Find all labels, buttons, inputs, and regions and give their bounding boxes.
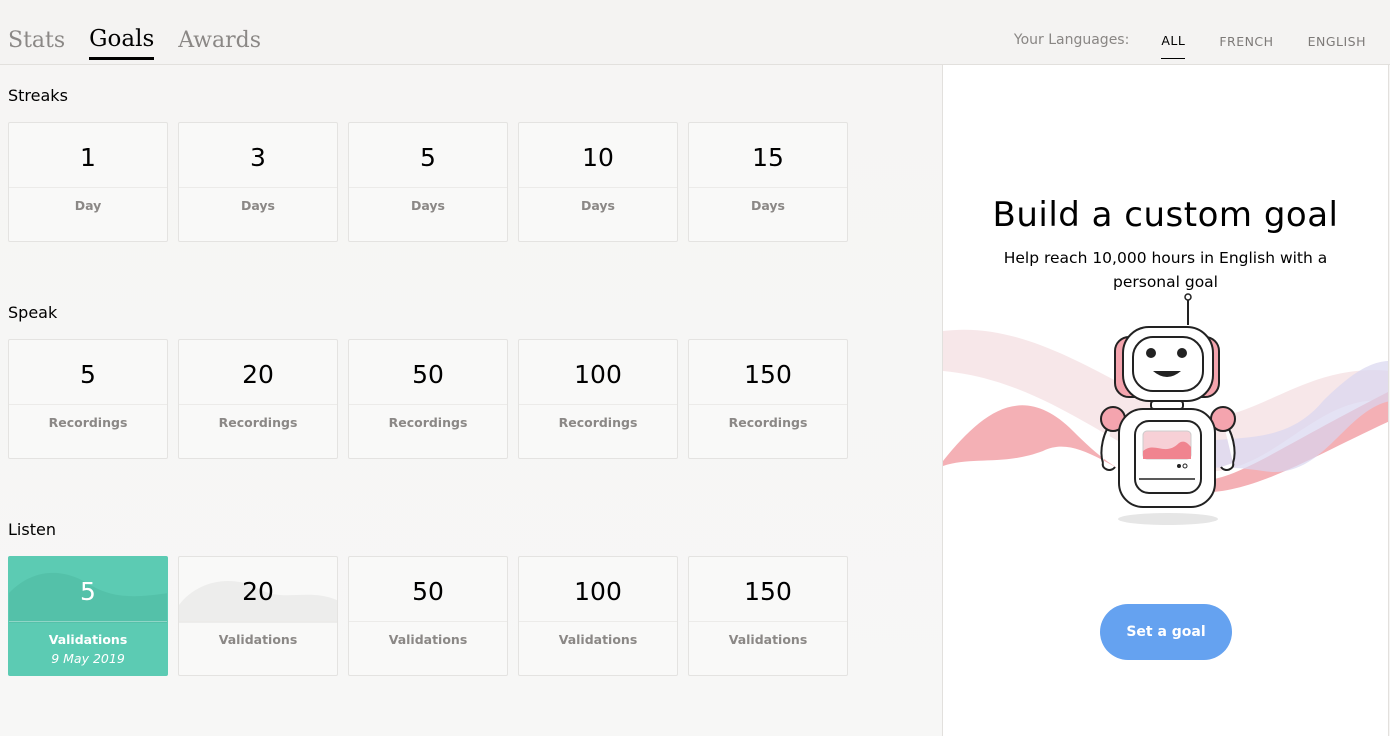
card-divider	[519, 187, 677, 188]
goal-unit: Day	[74, 198, 102, 213]
language-english[interactable]: ENGLISH	[1308, 34, 1366, 59]
language-filter: Your Languages: ALL FRENCH ENGLISH	[1013, 32, 1366, 59]
goal-card: 100 Validations	[518, 556, 678, 676]
goal-value: 100	[574, 360, 622, 389]
streaks-title: Streaks	[8, 86, 68, 105]
goal-card: 3 Days	[178, 122, 338, 242]
top-bar: Stats Goals Awards Your Languages: ALL F…	[0, 0, 1390, 65]
goal-unit: Validations	[728, 632, 808, 647]
card-divider	[349, 404, 507, 405]
card-divider	[9, 621, 167, 622]
goal-value: 5	[80, 577, 96, 606]
custom-goal-title: Build a custom goal	[992, 195, 1339, 235]
goal-value: 20	[242, 577, 274, 606]
set-goal-button[interactable]: Set a goal	[1100, 604, 1232, 660]
language-french[interactable]: FRENCH	[1219, 34, 1273, 59]
goal-card: 150 Recordings	[688, 339, 848, 459]
goal-value: 15	[752, 143, 784, 172]
goal-unit: Recordings	[728, 415, 808, 430]
goal-card: 100 Recordings	[518, 339, 678, 459]
goal-unit: Validations	[218, 632, 298, 647]
listen-title: Listen	[8, 520, 56, 539]
card-divider	[689, 404, 847, 405]
goal-value: 1	[80, 143, 96, 172]
goal-card: 50 Validations	[348, 556, 508, 676]
custom-goal-panel: Build a custom goal Help reach 10,000 ho…	[942, 65, 1389, 736]
goal-value: 3	[250, 143, 266, 172]
streaks-row: 1 Day 3 Days 5 Days 10 Days 15 Days	[8, 122, 848, 242]
goal-unit: Recordings	[218, 415, 298, 430]
tab-stats[interactable]: Stats	[8, 28, 65, 60]
card-divider	[179, 404, 337, 405]
goal-value: 50	[412, 577, 444, 606]
goal-card: 10 Days	[518, 122, 678, 242]
language-all[interactable]: ALL	[1161, 33, 1186, 59]
robot-shadow	[1118, 513, 1218, 525]
goal-unit: Validations	[558, 632, 638, 647]
listen-row: 5 Validations 9 May 2019 20 Validations …	[8, 556, 848, 676]
goal-unit: Validations	[48, 632, 128, 647]
goal-unit: Recordings	[48, 415, 128, 430]
goal-value: 50	[412, 360, 444, 389]
card-divider	[349, 187, 507, 188]
goal-unit: Validations	[388, 632, 468, 647]
card-divider	[689, 187, 847, 188]
goal-card: 15 Days	[688, 122, 848, 242]
goal-card: 1 Day	[8, 122, 168, 242]
goal-unit: Days	[750, 198, 785, 213]
goal-card-completed: 5 Validations 9 May 2019	[8, 556, 168, 676]
goal-card-in-progress: 20 Validations	[178, 556, 338, 676]
goal-card: 150 Validations	[688, 556, 848, 676]
goals-content: Streaks 1 Day 3 Days 5 Days 10 Days 15 D…	[0, 66, 942, 736]
goal-value: 150	[744, 360, 792, 389]
goal-card: 5 Recordings	[8, 339, 168, 459]
robot-illustration	[943, 293, 1388, 525]
goal-card: 5 Days	[348, 122, 508, 242]
card-divider	[179, 187, 337, 188]
goal-unit: Recordings	[558, 415, 638, 430]
goal-value: 100	[574, 577, 622, 606]
custom-goal-subtitle: Help reach 10,000 hours in English with …	[1003, 249, 1328, 291]
goal-unit: Days	[240, 198, 275, 213]
card-divider	[9, 404, 167, 405]
goal-unit: Days	[410, 198, 445, 213]
speak-row: 5 Recordings 20 Recordings 50 Recordings…	[8, 339, 848, 459]
card-divider	[689, 621, 847, 622]
dashboard-tabs: Stats Goals Awards	[8, 26, 261, 60]
goal-value: 10	[582, 143, 614, 172]
progress-wave-graphic	[179, 581, 337, 623]
card-divider	[349, 621, 507, 622]
goal-value: 5	[420, 143, 436, 172]
goal-value: 5	[80, 360, 96, 389]
goal-card: 20 Recordings	[178, 339, 338, 459]
speak-title: Speak	[8, 303, 58, 322]
card-divider	[179, 621, 337, 622]
card-divider	[519, 621, 677, 622]
goal-unit: Days	[580, 198, 615, 213]
goal-unit: Recordings	[388, 415, 468, 430]
goal-achieved-date: 9 May 2019	[51, 651, 125, 666]
goal-card: 50 Recordings	[348, 339, 508, 459]
tab-awards[interactable]: Awards	[178, 28, 261, 60]
card-divider	[9, 187, 167, 188]
language-filter-label: Your Languages:	[1013, 32, 1130, 48]
goal-value: 150	[744, 577, 792, 606]
card-divider	[519, 404, 677, 405]
goal-value: 20	[242, 360, 274, 389]
tab-goals[interactable]: Goals	[89, 26, 155, 60]
